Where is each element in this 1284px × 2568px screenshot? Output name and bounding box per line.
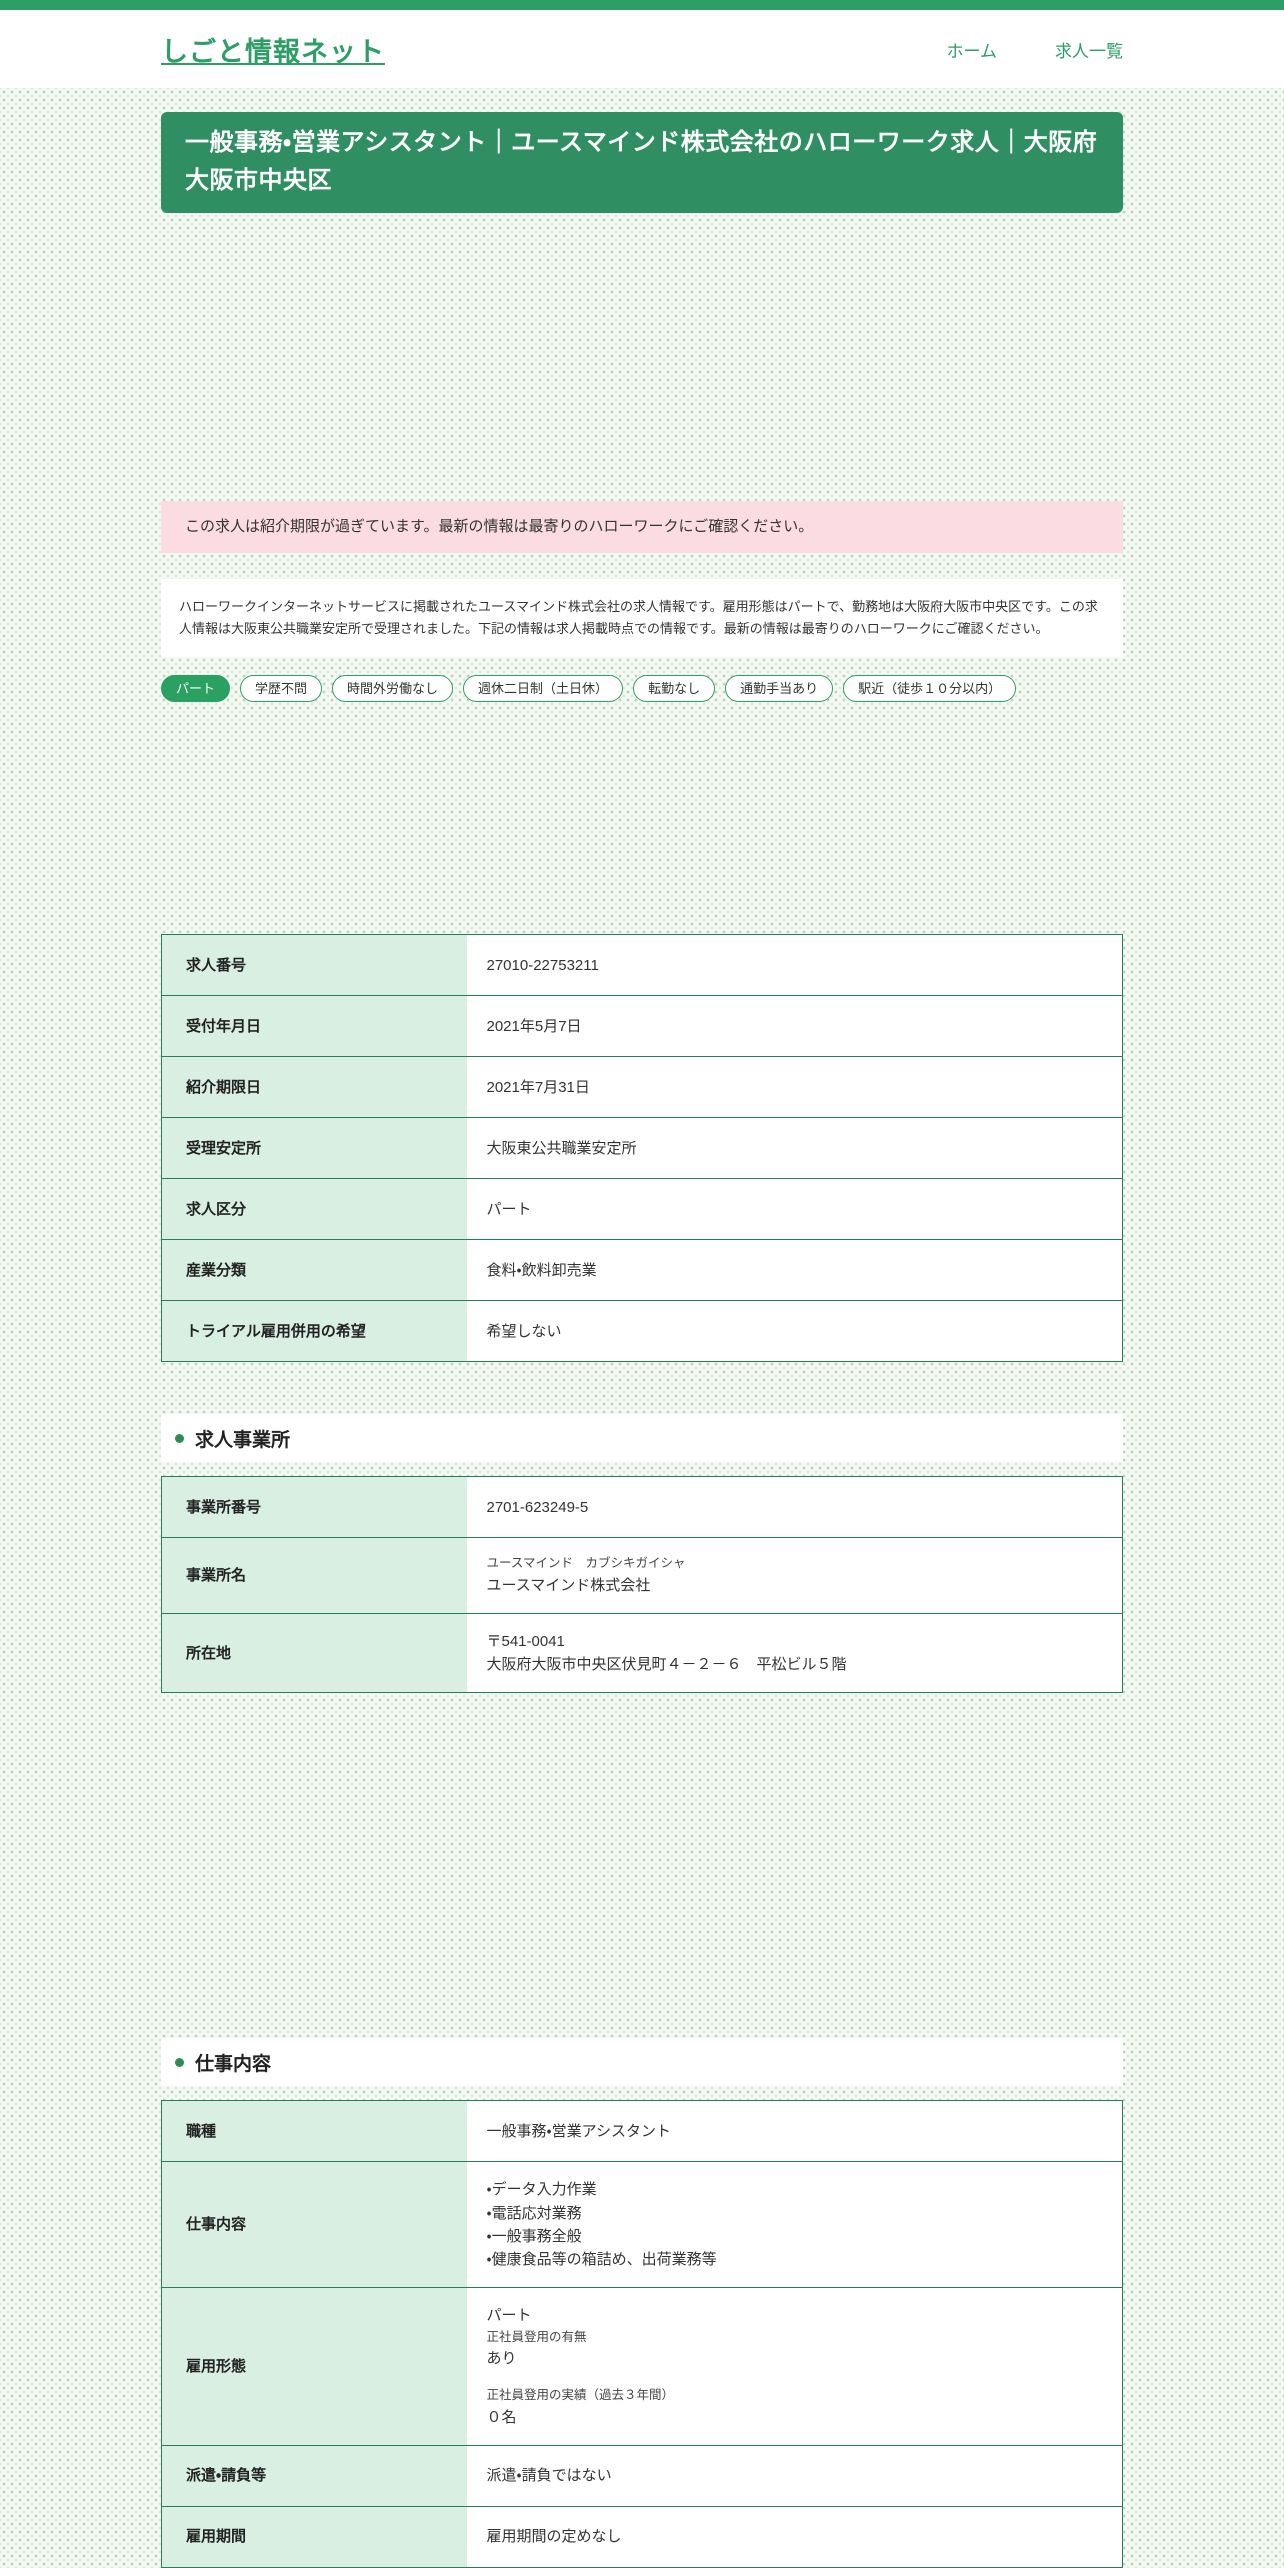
nav-link-home[interactable]: ホーム	[947, 37, 998, 62]
expired-notice: この求人は紹介期限が過ぎています。最新の情報は最寄りのハローワークにご確認くださ…	[161, 500, 1123, 553]
table-row: 雇用期間 雇用期間の定めなし	[161, 2506, 1123, 2568]
row-label: 雇用期間	[161, 2506, 467, 2568]
value-line: 2701-623249-5	[486, 1498, 589, 1516]
section-bullet-icon	[175, 1433, 184, 1443]
value-line: パート	[486, 2307, 532, 2325]
value-line: 正社員登用の有無	[486, 2329, 587, 2344]
row-value: ユースマインド カブシキガイシャ ユースマインド株式会社	[466, 1537, 1123, 1614]
row-value: 雇用期間の定めなし	[466, 2506, 1123, 2568]
value-line: ・一般事務全般	[486, 2227, 582, 2245]
page-title: 一般事務・営業アシスタント｜ユースマインド株式会社のハローワーク求人｜大阪府大阪…	[161, 112, 1123, 213]
table-row: 事業所番号 2701-623249-5	[161, 1476, 1123, 1538]
job-summary-table: 求人番号 27010-22753211 受付年月日 2021年5月7日紹介期限日 202…	[161, 934, 1123, 1363]
nav-link-job-list[interactable]: 求人一覧	[1055, 37, 1123, 62]
row-label: 所在地	[161, 1613, 467, 1693]
site-logo[interactable]: しごと情報ネット	[161, 30, 385, 69]
table-row: 求人番号 27010-22753211	[161, 934, 1123, 996]
value-line: 大阪府大阪市中央区伏見町４－２－６ 平松ビル５階	[486, 1656, 847, 1674]
table-row: 雇用形態 パート正社員登用の有無 あり正社員登用の実績（過去３年間） ０名	[161, 2287, 1123, 2446]
value-line: 〒541-0041	[486, 1632, 565, 1650]
row-label: 派遣・請負等	[161, 2445, 467, 2507]
section-title: 求人事業所	[195, 1429, 291, 1451]
site-header: しごと情報ネット ホーム 求人一覧	[0, 10, 1284, 88]
row-value: 一般事務・営業アシスタント	[466, 2100, 1123, 2162]
row-label: 求人区分	[161, 1178, 467, 1240]
top-accent-bar	[0, 0, 1284, 10]
row-value: 派遣・請負ではない	[466, 2445, 1123, 2507]
tag-badge: 学歴不問	[240, 674, 323, 703]
table-row: 受付年月日 2021年5月7日	[161, 995, 1123, 1057]
tag-badge: 通勤手当あり	[725, 674, 834, 703]
table-row: 所在地 〒541-0041 大阪府大阪市中央区伏見町４－２－６ 平松ビル５階	[161, 1613, 1123, 1693]
tag-badge: 転勤なし	[633, 674, 716, 703]
office-table: 事業所番号 2701-623249-5 事業所名 ユースマインド カブシキガイシャ ユー…	[161, 1476, 1123, 1694]
section-bullet-icon	[175, 2057, 184, 2067]
tag-badge: 駅近（徒歩１０分以内）	[843, 674, 1017, 703]
row-value: 〒541-0041 大阪府大阪市中央区伏見町４－２－６ 平松ビル５階	[466, 1613, 1123, 1693]
value-line: 2021年7月31日	[486, 1078, 590, 1096]
table-row: 仕事内容 ・データ入力作業 ・電話応対業務 ・一般事務全般 ・健康食品等の箱詰め、出荷業…	[161, 2161, 1123, 2288]
row-label: 職種	[161, 2100, 467, 2162]
value-line: 2021年5月7日	[486, 1017, 582, 1035]
tag-badge: パート	[161, 674, 231, 703]
row-label: 受理安定所	[161, 1117, 467, 1179]
table-row: 派遣・請負等 派遣・請負ではない	[161, 2445, 1123, 2507]
table-row: 紹介期限日 2021年7月31日	[161, 1056, 1123, 1118]
table-row: 事業所名 ユースマインド カブシキガイシャ ユースマインド株式会社	[161, 1537, 1123, 1614]
empty-ad-slot-3	[161, 1693, 1123, 2038]
table-row: 求人区分 パート	[161, 1178, 1123, 1240]
value-line: ・電話応対業務	[486, 2204, 582, 2222]
value-line: 大阪東公共職業安定所	[486, 1139, 637, 1157]
row-value: 27010-22753211	[466, 934, 1123, 996]
row-value: 2021年5月7日	[466, 995, 1123, 1057]
value-line: 一般事務・営業アシスタント	[486, 2122, 672, 2140]
section-title: 仕事内容	[195, 2053, 272, 2075]
table-row: 受理安定所 大阪東公共職業安定所	[161, 1117, 1123, 1179]
row-value: 2701-623249-5	[466, 1476, 1123, 1538]
value-line: 食料・飲料卸売業	[486, 1261, 597, 1279]
row-value: 食料・飲料卸売業	[466, 1239, 1123, 1301]
job-detail-table: 職種 一般事務・営業アシスタント 仕事内容 ・データ入力作業 ・電話応対業務 ・一般事務全…	[161, 2100, 1123, 2568]
row-value: 2021年7月31日	[466, 1056, 1123, 1118]
value-line: ・健康食品等の箱詰め、出荷業務等	[486, 2251, 717, 2269]
value-line: 雇用期間の定めなし	[486, 2528, 622, 2546]
value-line: ユースマインド カブシキガイシャ	[486, 1556, 686, 1571]
row-value: 希望しない	[466, 1300, 1123, 1362]
row-label: 事業所番号	[161, 1476, 467, 1538]
value-line: ・データ入力作業	[486, 2181, 597, 2199]
row-value: ・データ入力作業 ・電話応対業務 ・一般事務全般・健康食品等の箱詰め、出荷業務等	[466, 2161, 1123, 2288]
section-header-office: 求人事業所	[161, 1414, 1123, 1463]
page-body: 一般事務・営業アシスタント｜ユースマインド株式会社のハローワーク求人｜大阪府大阪…	[0, 88, 1284, 2568]
row-value: パート正社員登用の有無 あり正社員登用の実績（過去３年間） ０名	[466, 2287, 1123, 2446]
row-label: 事業所名	[161, 1537, 467, 1614]
row-label: 雇用形態	[161, 2287, 467, 2446]
value-line: あり	[486, 2350, 517, 2368]
row-value: 大阪東公共職業安定所	[466, 1117, 1123, 1179]
value-line: ユースマインド株式会社	[486, 1576, 651, 1594]
value-line: 正社員登用の実績（過去３年間）	[486, 2388, 675, 2403]
row-label: トライアル雇用併用の希望	[161, 1300, 467, 1362]
value-line: ０名	[486, 2408, 517, 2426]
section-header-job-detail: 仕事内容	[161, 2038, 1123, 2087]
row-label: 受付年月日	[161, 995, 467, 1057]
value-line: パート	[486, 1200, 532, 1218]
table-row: 産業分類 食料・飲料卸売業	[161, 1239, 1123, 1301]
main-nav: ホーム 求人一覧	[947, 37, 1124, 62]
table-row: 職種 一般事務・営業アシスタント	[161, 2100, 1123, 2162]
value-line: 希望しない	[486, 1322, 562, 1340]
row-label: 仕事内容	[161, 2161, 467, 2288]
condition-tags: パート 学歴不問 時間外労働なし 週休二日制（土日休） 転勤なし 通勤手当あり 駅近（徒歩１…	[161, 674, 1123, 703]
value-line: 27010-22753211	[486, 956, 599, 974]
row-label: 求人番号	[161, 934, 467, 996]
row-value: パート	[466, 1178, 1123, 1240]
row-label: 産業分類	[161, 1239, 467, 1301]
table-row: トライアル雇用併用の希望 希望しない	[161, 1300, 1123, 1362]
value-line: 派遣・請負ではない	[486, 2467, 612, 2485]
row-label: 紹介期限日	[161, 1056, 467, 1118]
empty-ad-slot-1	[161, 213, 1123, 501]
empty-ad-slot-2	[161, 702, 1123, 934]
job-summary-text: ハローワークインターネットサービスに掲載されたユースマインド株式会社の求人情報で…	[161, 578, 1123, 657]
tag-badge: 時間外労働なし	[332, 674, 454, 703]
tag-badge: 週休二日制（土日休）	[463, 674, 624, 703]
